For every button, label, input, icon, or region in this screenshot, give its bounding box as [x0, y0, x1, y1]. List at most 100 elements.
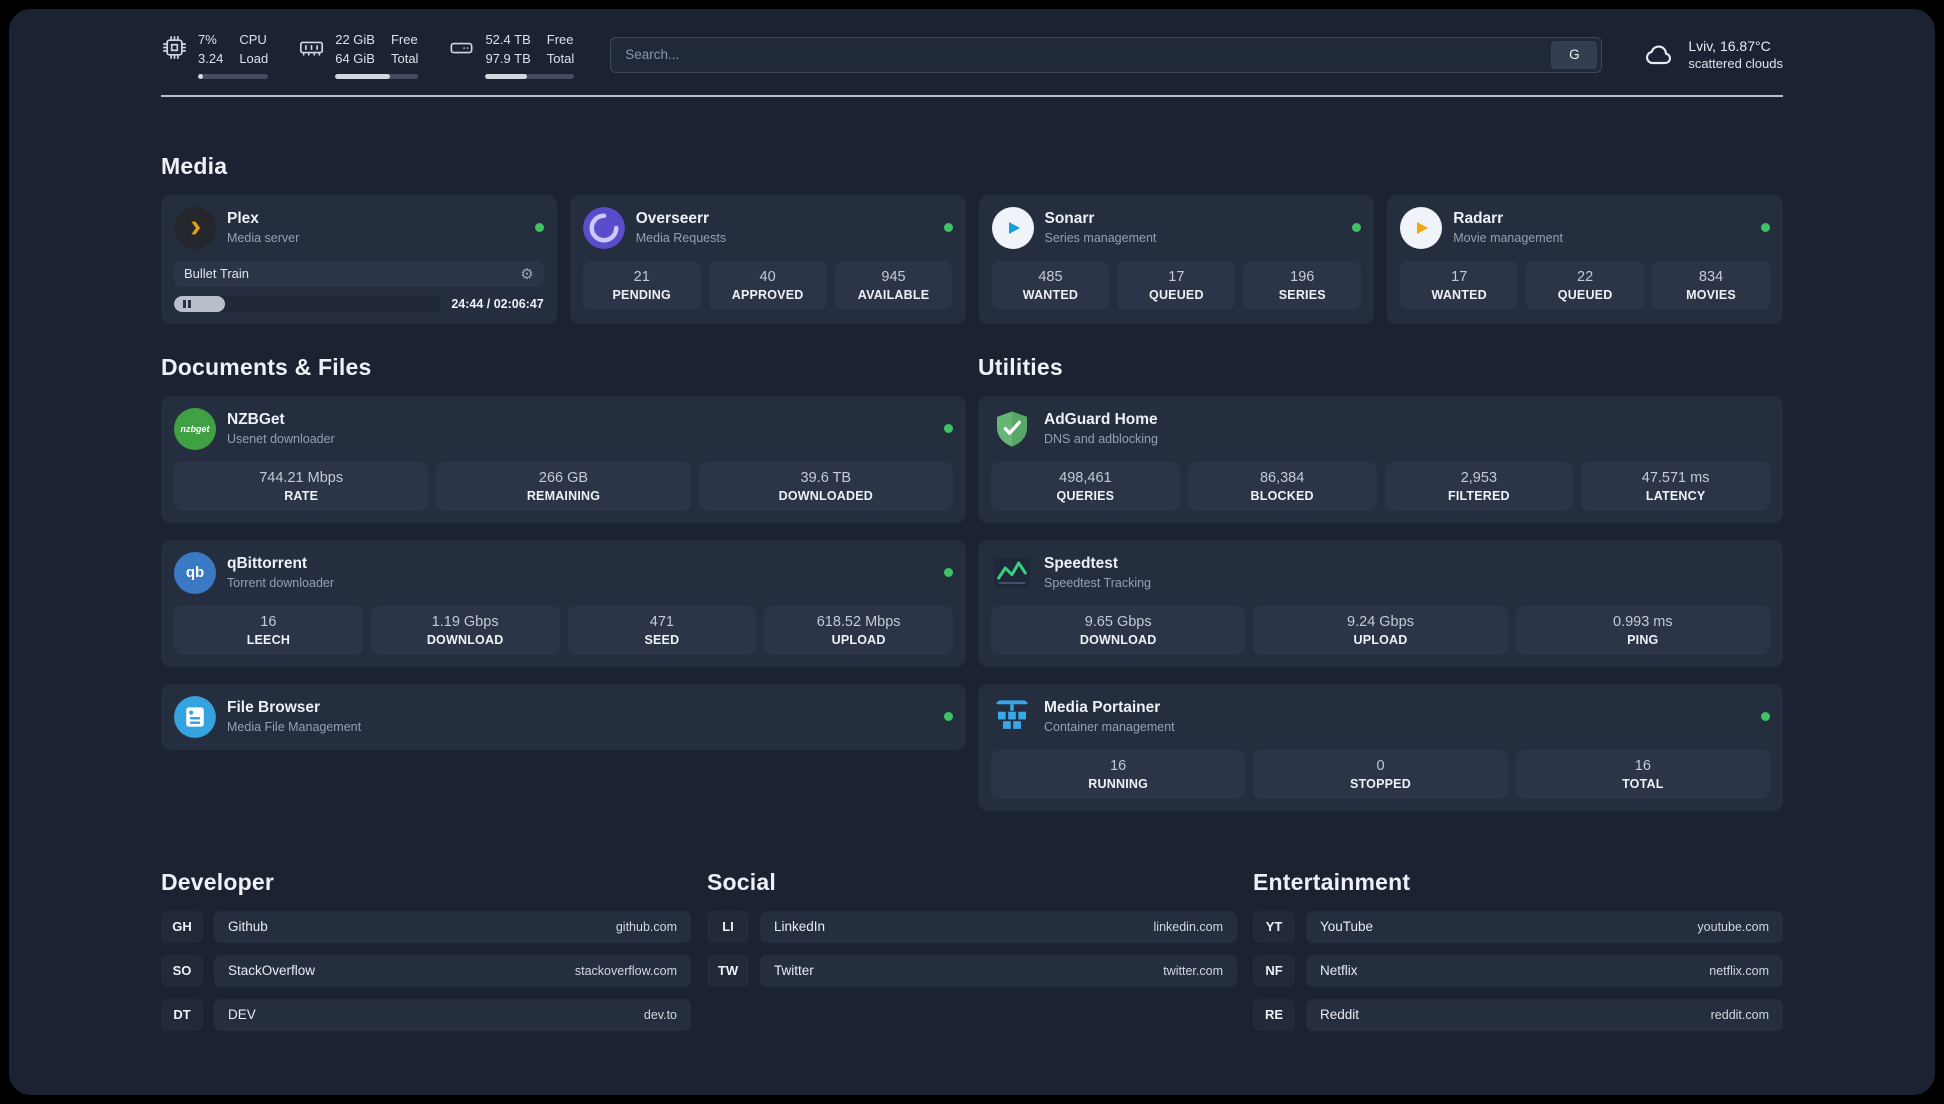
- stat-label: RATE: [284, 488, 319, 503]
- overseerr-icon: [582, 206, 625, 249]
- stat-label: PING: [1627, 632, 1659, 647]
- pause-icon[interactable]: [183, 299, 186, 308]
- search-engine-button[interactable]: G: [1551, 40, 1598, 69]
- stat-value: 21: [633, 268, 650, 285]
- storage-total-value: 97.9 TB: [485, 50, 531, 66]
- memory-bar: [335, 73, 419, 79]
- stat-tile: 22 QUEUED: [1526, 260, 1645, 310]
- bookmark-url: reddit.com: [1710, 1007, 1769, 1022]
- stat-tile: 834 MOVIES: [1652, 260, 1770, 310]
- overseerr-card[interactable]: Overseerr Media Requests 21 PENDING 40 A…: [569, 194, 966, 324]
- weather-widget: Lviv, 16.87°C scattered clouds: [1638, 38, 1783, 71]
- storage-total-label: Total: [546, 50, 575, 66]
- app-subtitle: Torrent downloader: [227, 576, 335, 591]
- status-dot: [534, 223, 544, 233]
- stat-value: 834: [1698, 268, 1724, 285]
- bookmark-link[interactable]: StackOverflow stackoverflow.com: [214, 954, 691, 987]
- weather-location: Lviv, 16.87°C: [1688, 38, 1771, 55]
- stat-tile: 196 SERIES: [1243, 260, 1362, 310]
- status-dot: [1352, 223, 1362, 233]
- storage-bar-fill: [485, 73, 528, 79]
- bookmark-link[interactable]: DEV dev.to: [214, 998, 691, 1031]
- memory-total-value: 64 GiB: [335, 50, 375, 66]
- bookmark-link[interactable]: Reddit reddit.com: [1306, 998, 1783, 1031]
- bookmark-link[interactable]: YouTube youtube.com: [1306, 910, 1783, 943]
- memory-free-label: Free: [390, 32, 418, 47]
- app-name: Overseerr: [635, 210, 710, 228]
- memory-icon: [300, 41, 324, 56]
- stat-label: LATENCY: [1645, 488, 1706, 503]
- stat-value: 1.19 Gbps: [431, 613, 499, 630]
- cpu-icon: [162, 35, 187, 60]
- stat-tile: 0 STOPPED: [1253, 749, 1508, 799]
- stat-tile: 21 PENDING: [582, 260, 701, 310]
- filebrowser-card[interactable]: File Browser Media File Management: [161, 683, 966, 750]
- bookmark-name: Netflix: [1320, 963, 1358, 979]
- stackoverflow-icon: SO: [161, 954, 203, 987]
- radarr-card[interactable]: Radarr Movie management 17 WANTED 22 QUE…: [1387, 194, 1783, 324]
- cpu-bar-fill: [198, 73, 203, 79]
- stat-tile: 618.52 Mbps UPLOAD: [764, 605, 953, 655]
- section-title-social: Social: [707, 868, 776, 895]
- stat-tile: 47.571 ms LATENCY: [1581, 461, 1770, 511]
- bookmark-name: Twitter: [774, 963, 814, 979]
- sonarr-card[interactable]: Sonarr Series management 485 WANTED 17 Q…: [978, 194, 1375, 324]
- app-name: qBittorrent: [227, 555, 308, 573]
- stat-label: SEED: [644, 632, 680, 647]
- stat-label: REMAINING: [526, 488, 601, 503]
- cpu-bar: [198, 73, 269, 79]
- bookmark-name: StackOverflow: [228, 963, 316, 979]
- stat-tile: 16 LEECH: [174, 605, 363, 655]
- section-media: Media Plex Media server Bullet Train ⚙ 2…: [161, 153, 1783, 324]
- stat-label: UPLOAD: [831, 632, 886, 647]
- nzbget-card[interactable]: nzbget NZBGet Usenet downloader 744.21 M…: [161, 395, 966, 523]
- cloud-icon: [1646, 45, 1672, 64]
- bookmark-netflix: NF Netflix netflix.com: [1253, 954, 1783, 987]
- app-name: NZBGet: [227, 411, 285, 429]
- app-name: File Browser: [227, 699, 321, 717]
- stat-value: 86,384: [1259, 469, 1305, 486]
- stat-label: STOPPED: [1350, 776, 1411, 791]
- stat-label: WANTED: [1431, 287, 1487, 302]
- bookmark-twitter: TW Twitter twitter.com: [707, 954, 1237, 987]
- stat-tile: 16 RUNNING: [991, 749, 1246, 799]
- plex-card[interactable]: Plex Media server Bullet Train ⚙ 24:44 /…: [161, 194, 557, 324]
- search-input[interactable]: [611, 47, 1552, 63]
- stat-value: 22: [1577, 268, 1594, 285]
- bookmark-link[interactable]: Twitter twitter.com: [760, 954, 1237, 987]
- section-title-documents: Documents & Files: [161, 353, 372, 380]
- storage-free-label: Free: [546, 32, 574, 47]
- portainer-card[interactable]: Media Portainer Container management 16 …: [978, 683, 1783, 811]
- bookmark-linkedin: LI LinkedIn linkedin.com: [707, 910, 1237, 943]
- stat-tile: 0.993 ms PING: [1515, 605, 1770, 655]
- stat-value: 16: [1634, 757, 1651, 774]
- storage-free-value: 52.4 TB: [485, 32, 531, 47]
- radarr-icon: [1400, 206, 1443, 249]
- bookmark-dev: DT DEV dev.to: [161, 998, 691, 1031]
- dashboard: 7% 3.24 CPU Load 22 GiB 64 GiB Free Tota…: [9, 9, 1935, 1095]
- app-subtitle: Series management: [1044, 231, 1157, 246]
- bookmark-url: twitter.com: [1163, 963, 1223, 978]
- memory-bar-fill: [335, 73, 391, 79]
- bookmark-link[interactable]: Github github.com: [214, 910, 691, 943]
- app-subtitle: Media server: [227, 231, 300, 246]
- speedtest-card[interactable]: Speedtest Speedtest Tracking 9.65 Gbps D…: [978, 539, 1783, 667]
- section-title-media: Media: [161, 152, 228, 179]
- status-dot: [944, 712, 953, 722]
- stat-value: 16: [260, 613, 277, 630]
- cpu-label: CPU: [239, 32, 267, 47]
- qbittorrent-icon: qb: [174, 551, 216, 594]
- settings-gear-icon[interactable]: ⚙: [520, 265, 533, 283]
- stat-label: DOWNLOAD: [426, 632, 504, 647]
- bookmark-name: YouTube: [1320, 919, 1374, 935]
- bookmark-link[interactable]: LinkedIn linkedin.com: [760, 910, 1237, 943]
- qbittorrent-card[interactable]: qb qBittorrent Torrent downloader 16 LEE…: [161, 539, 966, 667]
- adguard-card[interactable]: AdGuard Home DNS and adblocking 498,461 …: [978, 395, 1783, 523]
- twitter-icon: TW: [707, 954, 749, 987]
- bookmark-name: LinkedIn: [774, 919, 826, 935]
- bookmark-link[interactable]: Netflix netflix.com: [1306, 954, 1783, 987]
- stat-tile: 498,461 QUERIES: [991, 461, 1180, 511]
- stat-tile: 266 GB REMAINING: [436, 461, 691, 511]
- section-social: Social LI LinkedIn linkedin.com TW Twitt…: [707, 869, 1237, 999]
- stat-label: QUEUED: [1557, 287, 1613, 302]
